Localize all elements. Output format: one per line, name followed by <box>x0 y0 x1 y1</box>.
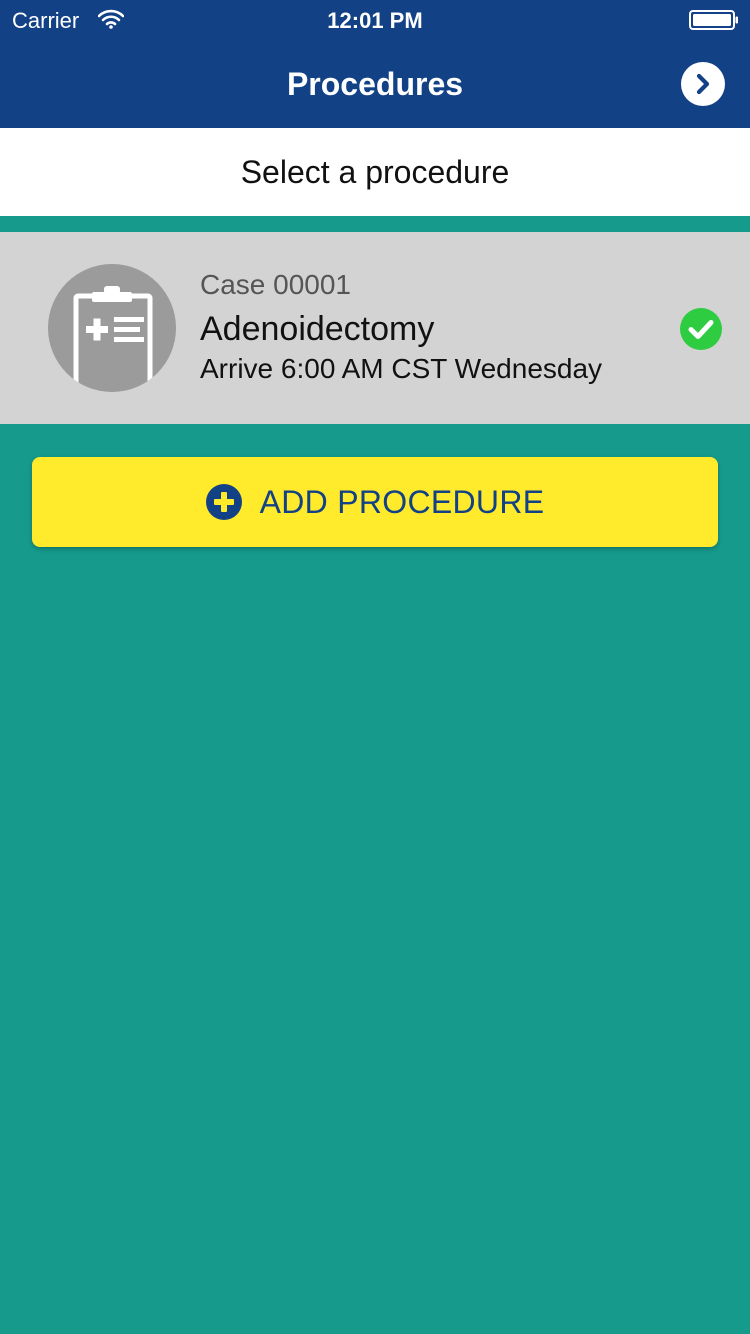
next-button[interactable] <box>681 62 725 106</box>
add-procedure-label: ADD PROCEDURE <box>259 484 545 520</box>
clock: 12:01 PM <box>327 8 423 33</box>
page-title: Procedures <box>286 66 464 102</box>
subtitle-band: Select a procedure <box>0 128 750 216</box>
clipboard-icon <box>73 286 153 392</box>
case-number: Case 00001 <box>200 269 352 300</box>
plus-circle-icon <box>205 484 242 520</box>
battery-icon <box>689 10 738 30</box>
check-circle-icon <box>680 308 722 350</box>
arrival-info: Arrive 6:00 AM CST Wednesday <box>200 353 603 384</box>
procedure-name: Adenoidectomy <box>200 310 435 348</box>
subtitle: Select a procedure <box>240 154 510 190</box>
avatar <box>48 264 176 392</box>
chevron-right-icon <box>696 73 710 95</box>
status-bar: Carrier 12:01 PM <box>0 0 750 40</box>
add-procedure-button[interactable]: ADD PROCEDURE <box>32 457 718 547</box>
header: Carrier 12:01 PM Procedures <box>0 0 750 128</box>
procedure-list-item[interactable]: Case 00001 Adenoidectomy Arrive 6:00 AM … <box>0 232 750 424</box>
